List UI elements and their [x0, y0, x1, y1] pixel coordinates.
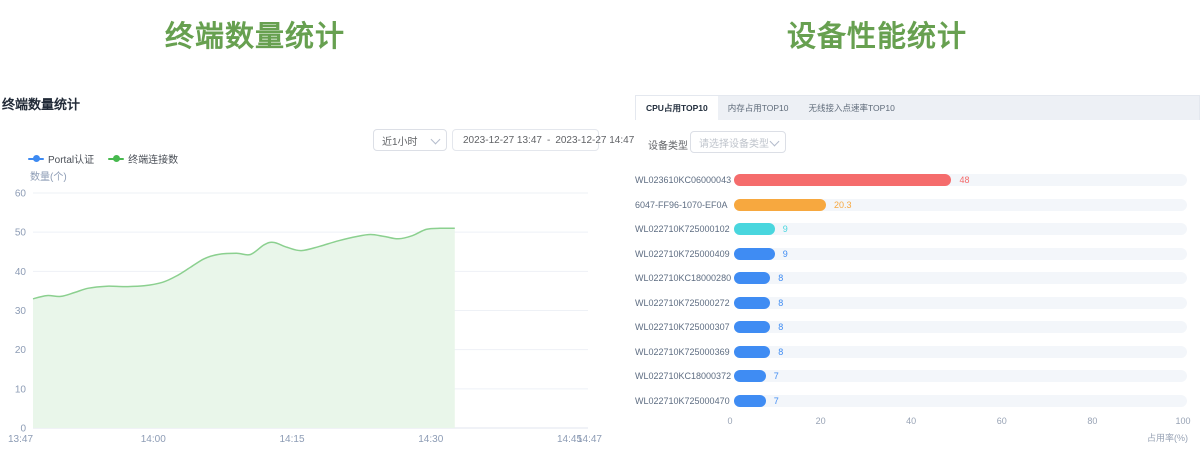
bar-value-label: 8 — [778, 297, 783, 309]
bar-chart-x-axis: 020406080100 — [730, 416, 1183, 428]
bar-value-label: 20.3 — [834, 199, 852, 211]
tab-inactive[interactable]: 无线接入点速率TOP10 — [799, 96, 905, 120]
bar-row: WL023610KC06000043 48 — [635, 168, 1200, 193]
bar-track: 20.3 — [734, 199, 1187, 211]
bar-row: WL022710K725000272 8 — [635, 291, 1200, 316]
bar-row: WL022710K725000307 8 — [635, 315, 1200, 340]
bar-value-label: 8 — [778, 346, 783, 358]
bar-track: 48 — [734, 174, 1187, 186]
bar-fill — [734, 248, 775, 260]
bar-chart: WL023610KC06000043 48 6047-FF96-1070-EF0A 2… — [635, 168, 1200, 413]
date-start: 2023-12-27 13:47 — [463, 135, 542, 146]
svg-text:60: 60 — [15, 189, 27, 200]
bar-fill — [734, 199, 826, 211]
bar-fill — [734, 297, 770, 309]
bar-fill — [734, 321, 770, 333]
bar-fill — [734, 272, 770, 284]
bar-fill — [734, 346, 770, 358]
bar-fill — [734, 370, 766, 382]
bar-value-label: 8 — [778, 272, 783, 284]
legend-item[interactable]: Portal认证 — [28, 151, 94, 166]
device-type-select[interactable]: 请选择设备类型 — [690, 131, 786, 153]
x-axis-tick: 80 — [1087, 416, 1097, 426]
bar-track: 8 — [734, 297, 1187, 309]
chevron-down-icon — [770, 137, 780, 147]
bar-track: 7 — [734, 395, 1187, 407]
x-axis-tick: 20 — [816, 416, 826, 426]
dashboard-page: { "left_panel": { "page_title": "终端数量统计"… — [0, 0, 1200, 456]
line-chart: 010203040506013:4714:0014:1514:3014:4514… — [0, 183, 604, 451]
svg-text:14:47: 14:47 — [577, 434, 602, 445]
x-axis-tick: 40 — [906, 416, 916, 426]
svg-text:40: 40 — [15, 267, 27, 278]
date-range-picker[interactable]: 2023-12-27 13:47 - 2023-12-27 14:47 — [452, 129, 599, 151]
svg-text:10: 10 — [15, 384, 27, 395]
x-axis-unit-label: 占用率(%) — [635, 431, 1188, 444]
bar-category-label: WL022710K725000102 — [635, 224, 730, 234]
date-end: 2023-12-27 14:47 — [555, 135, 634, 146]
svg-text:14:30: 14:30 — [418, 434, 443, 445]
bar-track: 8 — [734, 272, 1187, 284]
bar-category-label: WL023610KC06000043 — [635, 175, 730, 185]
legend-label: 终端连接数 — [128, 151, 178, 166]
tab-inactive[interactable]: 内存占用TOP10 — [718, 96, 799, 120]
bar-value-label: 7 — [774, 370, 779, 382]
time-range-select[interactable]: 近1小时 — [373, 129, 447, 151]
bar-category-label: WL022710K725000307 — [635, 322, 730, 332]
chevron-down-icon — [431, 135, 441, 145]
bar-track: 7 — [734, 370, 1187, 382]
bar-fill — [734, 395, 766, 407]
svg-text:14:00: 14:00 — [141, 434, 166, 445]
bar-category-label: WL022710K725000369 — [635, 347, 730, 357]
bar-category-label: WL022710K725000272 — [635, 298, 730, 308]
bar-row: WL022710K725000102 9 — [635, 217, 1200, 242]
bar-value-label: 8 — [778, 321, 783, 333]
bar-fill — [734, 223, 775, 235]
left-page-title: 终端数量统计 — [0, 13, 510, 55]
x-axis-tick: 60 — [997, 416, 1007, 426]
x-axis-tick: 0 — [727, 416, 732, 426]
bar-value-label: 48 — [959, 174, 969, 186]
bar-category-label: WL022710KC18000372 — [635, 371, 730, 381]
section-title: 终端数量统计 — [2, 94, 80, 113]
tab-active[interactable]: CPU占用TOP10 — [636, 96, 718, 120]
time-range-value: 近1小时 — [382, 133, 418, 148]
bar-category-label: WL022710KC18000280 — [635, 273, 730, 283]
bar-track: 8 — [734, 321, 1187, 333]
svg-text:0: 0 — [20, 424, 26, 435]
bar-value-label: 9 — [783, 248, 788, 260]
legend-marker-icon — [28, 155, 44, 163]
legend-item[interactable]: 终端连接数 — [108, 151, 178, 166]
bar-row: WL022710K725000470 7 — [635, 389, 1200, 414]
svg-text:50: 50 — [15, 228, 27, 239]
legend-marker-icon — [108, 155, 124, 163]
bar-category-label: WL022710K725000409 — [635, 249, 730, 259]
device-type-label: 设备类型 — [648, 137, 688, 152]
date-separator: - — [546, 135, 551, 146]
chart-legend: Portal认证 终端连接数 — [28, 151, 178, 166]
bar-row: WL022710K725000369 8 — [635, 340, 1200, 365]
y-axis-title: 数量(个) — [30, 168, 67, 183]
bar-row: WL022710KC18000280 8 — [635, 266, 1200, 291]
bar-row: WL022710K725000409 9 — [635, 242, 1200, 267]
bar-track: 9 — [734, 223, 1187, 235]
bar-fill — [734, 174, 951, 186]
svg-text:14:15: 14:15 — [279, 434, 304, 445]
bar-category-label: WL022710K725000470 — [635, 396, 730, 406]
svg-text:20: 20 — [15, 345, 27, 356]
bar-row: WL022710KC18000372 7 — [635, 364, 1200, 389]
right-page-title: 设备性能统计 — [617, 13, 1137, 55]
bar-row: 6047-FF96-1070-EF0A 20.3 — [635, 193, 1200, 218]
device-type-placeholder: 请选择设备类型 — [699, 135, 769, 150]
svg-text:13:47: 13:47 — [8, 434, 33, 445]
x-axis-tick: 100 — [1175, 416, 1190, 426]
bar-category-label: 6047-FF96-1070-EF0A — [635, 200, 730, 210]
svg-text:30: 30 — [15, 306, 27, 317]
legend-label: Portal认证 — [48, 151, 94, 166]
bar-value-label: 9 — [783, 223, 788, 235]
tab-bar: CPU占用TOP10内存占用TOP10无线接入点速率TOP10 — [635, 95, 1200, 120]
bar-track: 9 — [734, 248, 1187, 260]
bar-track: 8 — [734, 346, 1187, 358]
bar-value-label: 7 — [774, 395, 779, 407]
